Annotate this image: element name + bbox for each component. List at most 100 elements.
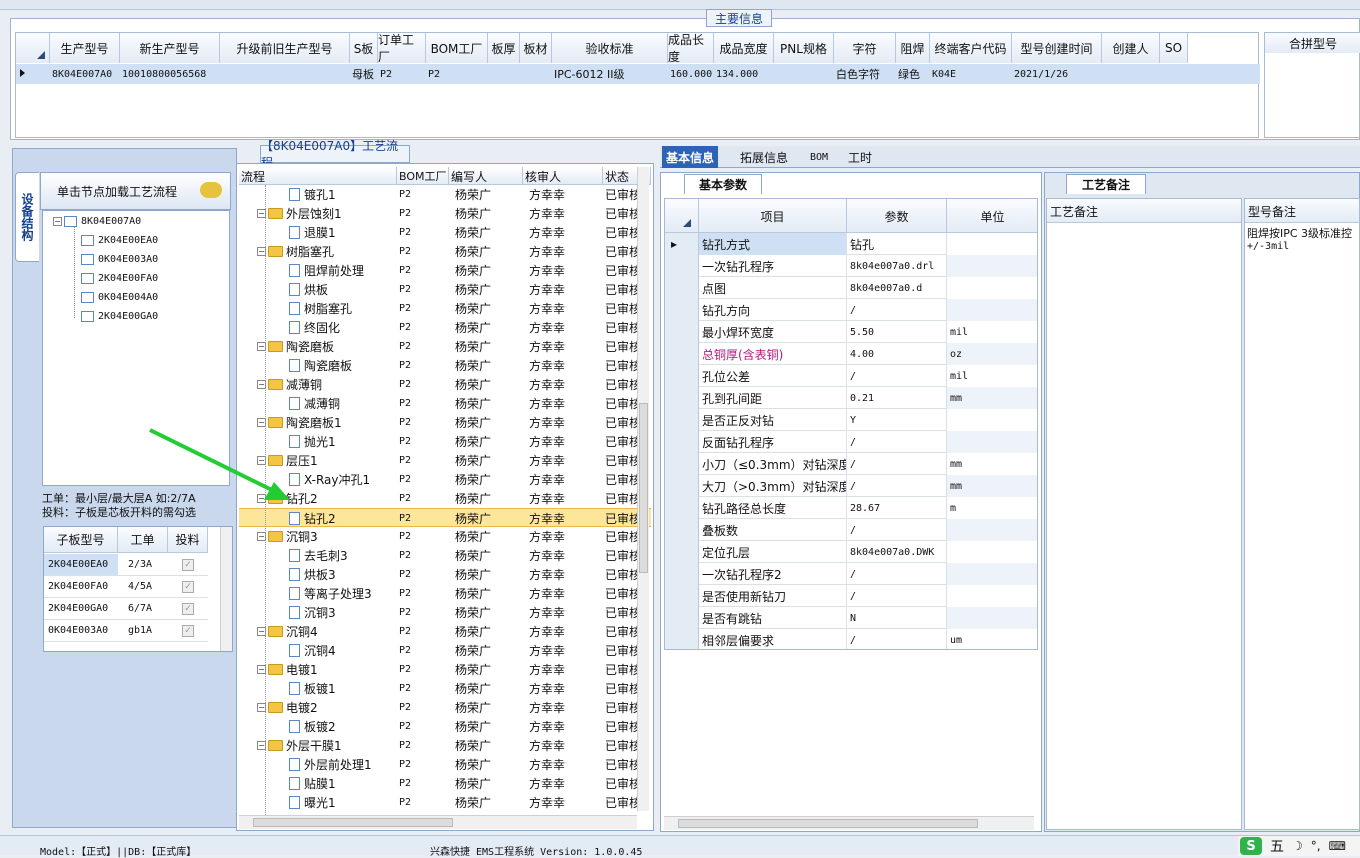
flow-row[interactable]: − 沉铜4 P2 杨荣广 方幸幸 已审核 — [239, 622, 651, 641]
flow-row[interactable]: − 树脂塞孔 P2 杨荣广 方幸幸 已审核 — [239, 242, 651, 261]
param-value[interactable]: / — [847, 299, 947, 321]
flow-row[interactable]: 减薄铜 P2 杨荣广 方幸幸 已审核 — [239, 394, 651, 413]
flow-row[interactable]: 烘板 P2 杨荣广 方幸幸 已审核 — [239, 280, 651, 299]
flow-row[interactable]: 板镀1 P2 杨荣广 方幸幸 已审核 — [239, 679, 651, 698]
param-value[interactable]: Y — [847, 409, 947, 431]
row-selector[interactable] — [665, 365, 699, 387]
flow-row[interactable]: − 外层干膜1 P2 杨荣广 方幸幸 已审核 — [239, 736, 651, 755]
param-value[interactable]: 5.50 — [847, 321, 947, 343]
ime-toolbar[interactable]: S 五 ☽ °, ⌨ — [1238, 836, 1360, 856]
basic-param-row[interactable]: 是否有跳钻 N — [665, 607, 1037, 629]
flow-row[interactable]: 去毛刺3 P2 杨荣广 方幸幸 已审核 — [239, 546, 651, 565]
sub-col-header[interactable]: 投料 — [168, 527, 208, 553]
sub-col-header[interactable]: 工单 — [118, 527, 168, 553]
row-selector[interactable] — [665, 431, 699, 453]
col-header[interactable]: 验收标准 — [552, 33, 668, 63]
row-selector[interactable] — [665, 453, 699, 475]
sub-model-cell[interactable]: 2K04E00FA0 — [44, 576, 118, 598]
flow-row[interactable]: − 陶瓷磨板1 P2 杨荣广 方幸幸 已审核 — [239, 413, 651, 432]
right-tab[interactable]: 工时 — [844, 146, 876, 168]
basic-param-row[interactable]: ▸ 钻孔方式 钻孔 — [665, 233, 1037, 255]
flow-row[interactable]: − 沉铜3 P2 杨荣广 方幸幸 已审核 — [239, 527, 651, 546]
param-value[interactable]: 28.67 — [847, 497, 947, 519]
tree-child-node[interactable]: 2K04E00EA0 — [81, 232, 158, 248]
flow-row[interactable]: − 钻孔2 P2 杨荣广 方幸幸 已审核 — [239, 489, 651, 508]
row-selector[interactable] — [665, 563, 699, 585]
col-header[interactable]: PNL规格 — [774, 33, 834, 63]
basic-param-row[interactable]: 反面钻孔程序 / — [665, 431, 1037, 453]
param-value[interactable]: 8k04e007a0.d — [847, 277, 947, 299]
tree-child-node[interactable]: 2K04E00FA0 — [81, 270, 158, 286]
col-header[interactable]: 终端客户代码 — [930, 33, 1012, 63]
vertical-tab[interactable]: 设备结构 — [15, 172, 39, 262]
flow-row[interactable]: 外层前处理1 P2 杨荣广 方幸幸 已审核 — [239, 755, 651, 774]
flow-col-header[interactable]: 流程 — [239, 167, 397, 185]
flow-row[interactable]: 抛光1 P2 杨荣广 方幸幸 已审核 — [239, 432, 651, 451]
flow-row[interactable]: 退膜1 P2 杨荣广 方幸幸 已审核 — [239, 223, 651, 242]
col-header[interactable]: 成品长度 — [668, 33, 714, 64]
basic-subtab[interactable]: 基本参数 — [684, 174, 762, 194]
flow-row[interactable]: − 层压1 P2 杨荣广 方幸幸 已审核 — [239, 451, 651, 470]
row-selector[interactable] — [665, 277, 699, 299]
row-selector[interactable] — [665, 255, 699, 277]
sub-vscroll[interactable] — [220, 527, 232, 651]
basic-col-header[interactable]: 参数 — [847, 199, 947, 233]
row-selector[interactable] — [665, 387, 699, 409]
tree-child-node[interactable]: 2K04E00GA0 — [81, 308, 158, 324]
basic-param-row[interactable]: 大刀（>0.3mm）对钻深度 / mm — [665, 475, 1037, 497]
punctuation-icon[interactable]: °, — [1311, 839, 1321, 853]
flow-row[interactable]: X-Ray冲孔1 P2 杨荣广 方幸幸 已审核 — [239, 470, 651, 489]
basic-param-row[interactable]: 定位孔层 8k04e007a0.DWK — [665, 541, 1037, 563]
tree-child-node[interactable]: 0K04E003A0 — [81, 251, 158, 267]
flow-hscroll-thumb[interactable] — [253, 818, 453, 827]
row-selector[interactable] — [665, 541, 699, 563]
basic-param-row[interactable]: 叠板数 / — [665, 519, 1037, 541]
keyboard-icon[interactable]: ⌨ — [1329, 839, 1346, 853]
col-header[interactable]: SO — [1160, 33, 1188, 63]
flow-row[interactable]: − 减薄铜 P2 杨荣广 方幸幸 已审核 — [239, 375, 651, 394]
col-header[interactable]: 成品宽度 — [714, 33, 774, 63]
feed-checkbox-cell[interactable]: ✓ — [168, 598, 208, 620]
flow-col-header[interactable]: 编写人 — [449, 167, 523, 185]
process-note-area[interactable]: 工艺备注 — [1046, 198, 1242, 830]
flow-row[interactable]: 贴膜1 P2 杨荣广 方幸幸 已审核 — [239, 774, 651, 793]
param-value[interactable]: / — [847, 563, 947, 585]
basic-param-row[interactable]: 孔到孔间距 0.21 mm — [665, 387, 1037, 409]
row-selector[interactable] — [665, 321, 699, 343]
basic-param-row[interactable]: 一次钻孔程序2/ — [665, 563, 1037, 585]
checkbox-icon[interactable]: ✓ — [182, 624, 194, 637]
basic-param-row[interactable]: 是否正反对钻 Y — [665, 409, 1037, 431]
flow-scroll-thumb[interactable] — [639, 403, 648, 573]
flow-row[interactable]: − 电镀2 P2 杨荣广 方幸幸 已审核 — [239, 698, 651, 717]
model-note-area[interactable]: 型号备注 阻焊按IPC 3级标准控 +/-3mil — [1244, 198, 1360, 830]
feed-checkbox-cell[interactable]: ✓ — [168, 620, 208, 642]
flow-row[interactable]: 烘板3 P2 杨荣广 方幸幸 已审核 — [239, 565, 651, 584]
feed-checkbox-cell[interactable]: ✓ — [168, 554, 208, 576]
flow-row[interactable]: − 外层蚀刻1 P2 杨荣广 方幸幸 已审核 — [239, 204, 651, 223]
row-selector[interactable] — [665, 519, 699, 541]
col-header[interactable]: 订单工厂 — [378, 33, 426, 64]
basic-param-row[interactable]: 小刀（≤0.3mm）对钻深度 / mm — [665, 453, 1037, 475]
right-tab[interactable]: 拓展信息 — [736, 146, 792, 168]
row-selector[interactable] — [665, 475, 699, 497]
row-selector[interactable]: ▸ — [665, 233, 699, 255]
basic-param-row[interactable]: 相邻层偏要求 / um — [665, 629, 1037, 649]
basic-col-header[interactable]: 项目 — [699, 199, 847, 233]
tree-root-node[interactable]: − 8K04E007A0 — [53, 213, 141, 229]
param-value[interactable]: 钻孔 — [847, 233, 947, 255]
param-value[interactable]: / — [847, 475, 947, 497]
col-header[interactable]: 阻焊 — [896, 33, 930, 63]
sub-model-cell[interactable]: 2K04E00EA0 — [44, 554, 118, 576]
flow-row[interactable]: 镀孔1 P2 杨荣广 方幸幸 已审核 — [239, 185, 651, 204]
checkbox-icon[interactable]: ✓ — [182, 558, 194, 571]
flow-row-selected[interactable]: 钻孔2 P2 杨荣广 方幸幸 已审核 — [239, 508, 651, 527]
right-tab[interactable]: BOM — [806, 146, 832, 168]
basic-param-row[interactable]: 是否使用新钻刀 / — [665, 585, 1037, 607]
param-value[interactable]: / — [847, 629, 947, 649]
flow-row[interactable]: 终固化 P2 杨荣广 方幸幸 已审核 — [239, 318, 651, 337]
sub-col-header[interactable]: 子板型号 — [44, 527, 118, 553]
flow-row[interactable]: 树脂塞孔 P2 杨荣广 方幸幸 已审核 — [239, 299, 651, 318]
row-selector[interactable] — [665, 299, 699, 321]
flow-row[interactable]: − 电镀1 P2 杨荣广 方幸幸 已审核 — [239, 660, 651, 679]
flow-row[interactable]: − 陶瓷磨板 P2 杨荣广 方幸幸 已审核 — [239, 337, 651, 356]
